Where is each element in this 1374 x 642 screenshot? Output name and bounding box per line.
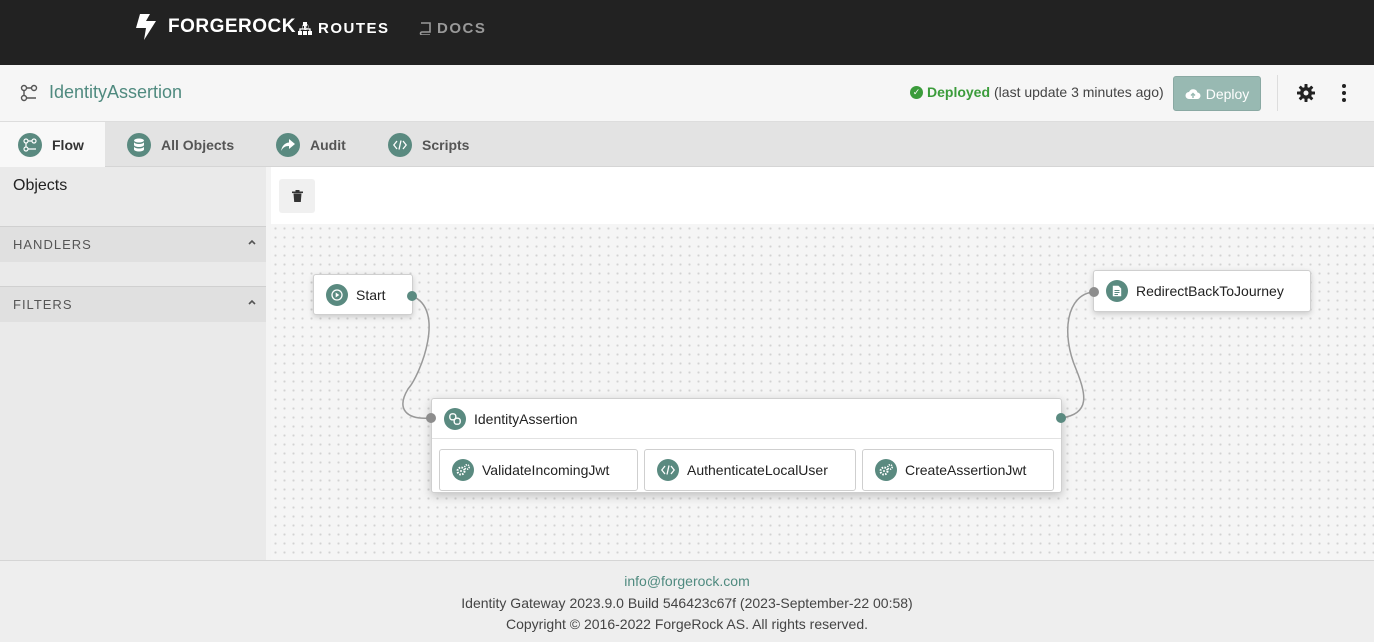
book-icon xyxy=(419,22,431,35)
section-handlers-label: HANDLERS xyxy=(13,237,92,252)
start-node[interactable]: Start xyxy=(313,274,413,315)
route-icon xyxy=(20,84,38,102)
filter-label: ValidateIncomingJwt xyxy=(482,462,610,478)
redirect-node-label: RedirectBackToJourney xyxy=(1136,283,1284,299)
footer-build-info: Identity Gateway 2023.9.0 Build 546423c6… xyxy=(461,595,913,611)
code-icon xyxy=(388,132,412,157)
footer-email-link[interactable]: info@forgerock.com xyxy=(0,573,1374,589)
tab-flow-label: Flow xyxy=(52,136,84,153)
brand-name: FORGEROCK xyxy=(168,16,296,37)
more-options-icon[interactable] xyxy=(1337,82,1351,104)
start-node-label: Start xyxy=(356,286,386,303)
tab-all-objects-label: All Objects xyxy=(161,136,235,153)
tab-scripts-label: Scripts xyxy=(422,136,470,153)
footer-copyright: Copyright © 2016-2022 ForgeRock AS. All … xyxy=(505,616,869,632)
flow-canvas[interactable]: Start RedirectBackToJourney IdentityAsse… xyxy=(271,224,1374,560)
code-icon xyxy=(657,459,679,481)
tab-all-objects[interactable]: All Objects xyxy=(127,122,234,167)
link-icon xyxy=(444,407,466,430)
settings-button[interactable] xyxy=(1296,83,1316,108)
filter-authenticate-local-user[interactable]: AuthenticateLocalUser xyxy=(644,449,856,491)
route-tabs: Flow All Objects Audit Scripts xyxy=(0,122,1374,167)
tab-audit[interactable]: Audit xyxy=(276,122,346,167)
filter-label: CreateAssertionJwt xyxy=(905,462,1027,478)
footer: info@forgerock.com Identity Gateway 2023… xyxy=(0,560,1374,642)
share-icon xyxy=(276,132,300,157)
play-icon xyxy=(326,283,348,306)
gears-icon xyxy=(875,459,897,481)
status-note: (last update 3 minutes ago) xyxy=(994,84,1164,100)
section-handlers[interactable]: HANDLERS xyxy=(0,226,266,262)
database-icon xyxy=(127,132,151,157)
chain-title: IdentityAssertion xyxy=(474,410,578,427)
tab-flow[interactable]: Flow xyxy=(0,122,105,167)
section-filters-label: FILTERS xyxy=(13,297,73,312)
top-navbar: FORGEROCK ® ROUTES DOCS xyxy=(0,0,1374,65)
cloud-upload-icon xyxy=(1185,88,1201,99)
gears-icon xyxy=(452,459,474,481)
canvas-toolbar xyxy=(271,167,1374,224)
trash-icon xyxy=(291,190,303,202)
tab-scripts[interactable]: Scripts xyxy=(388,122,469,167)
objects-panel: Objects HANDLERS FILTERS xyxy=(0,167,266,560)
chain-input-port[interactable] xyxy=(426,413,436,423)
identity-assertion-chain[interactable]: IdentityAssertion ValidateIncomingJwt Au… xyxy=(431,398,1062,493)
redirect-input-port[interactable] xyxy=(1089,287,1099,297)
filter-validate-incoming-jwt[interactable]: ValidateIncomingJwt xyxy=(439,449,638,491)
route-header: IdentityAssertion ✓ Deployed (last updat… xyxy=(0,65,1374,122)
nav-routes[interactable]: ROUTES xyxy=(298,20,390,37)
forgerock-mark-icon xyxy=(136,14,156,40)
chevron-up-icon xyxy=(248,239,256,245)
start-output-port[interactable] xyxy=(407,291,417,301)
tab-audit-label: Audit xyxy=(310,136,346,153)
flow-icon xyxy=(18,132,42,157)
panel-title: Objects xyxy=(13,177,68,194)
section-filters[interactable]: FILTERS xyxy=(0,286,266,322)
status-label: Deployed xyxy=(927,84,991,100)
nav-routes-label: ROUTES xyxy=(318,20,390,37)
deploy-button-label: Deploy xyxy=(1205,85,1250,102)
forgerock-logo[interactable]: FORGEROCK ® xyxy=(132,12,309,42)
page-title: IdentityAssertion xyxy=(49,82,183,102)
chevron-up-icon xyxy=(248,299,256,305)
chain-output-port[interactable] xyxy=(1056,413,1066,423)
delete-button[interactable] xyxy=(279,179,315,213)
filter-create-assertion-jwt[interactable]: CreateAssertionJwt xyxy=(862,449,1054,491)
header-divider xyxy=(1277,75,1278,111)
deploy-status: ✓ Deployed (last update 3 minutes ago) xyxy=(910,84,1164,100)
chain-header: IdentityAssertion xyxy=(432,399,1061,439)
nav-docs-label: DOCS xyxy=(437,20,487,37)
deploy-button[interactable]: Deploy xyxy=(1173,76,1261,111)
document-icon xyxy=(1106,280,1128,302)
sitemap-icon xyxy=(298,22,312,35)
check-circle-icon: ✓ xyxy=(910,85,923,99)
redirect-node[interactable]: RedirectBackToJourney xyxy=(1093,270,1311,312)
filter-label: AuthenticateLocalUser xyxy=(687,462,828,478)
nav-docs[interactable]: DOCS xyxy=(419,20,486,37)
gear-icon xyxy=(1297,84,1315,102)
